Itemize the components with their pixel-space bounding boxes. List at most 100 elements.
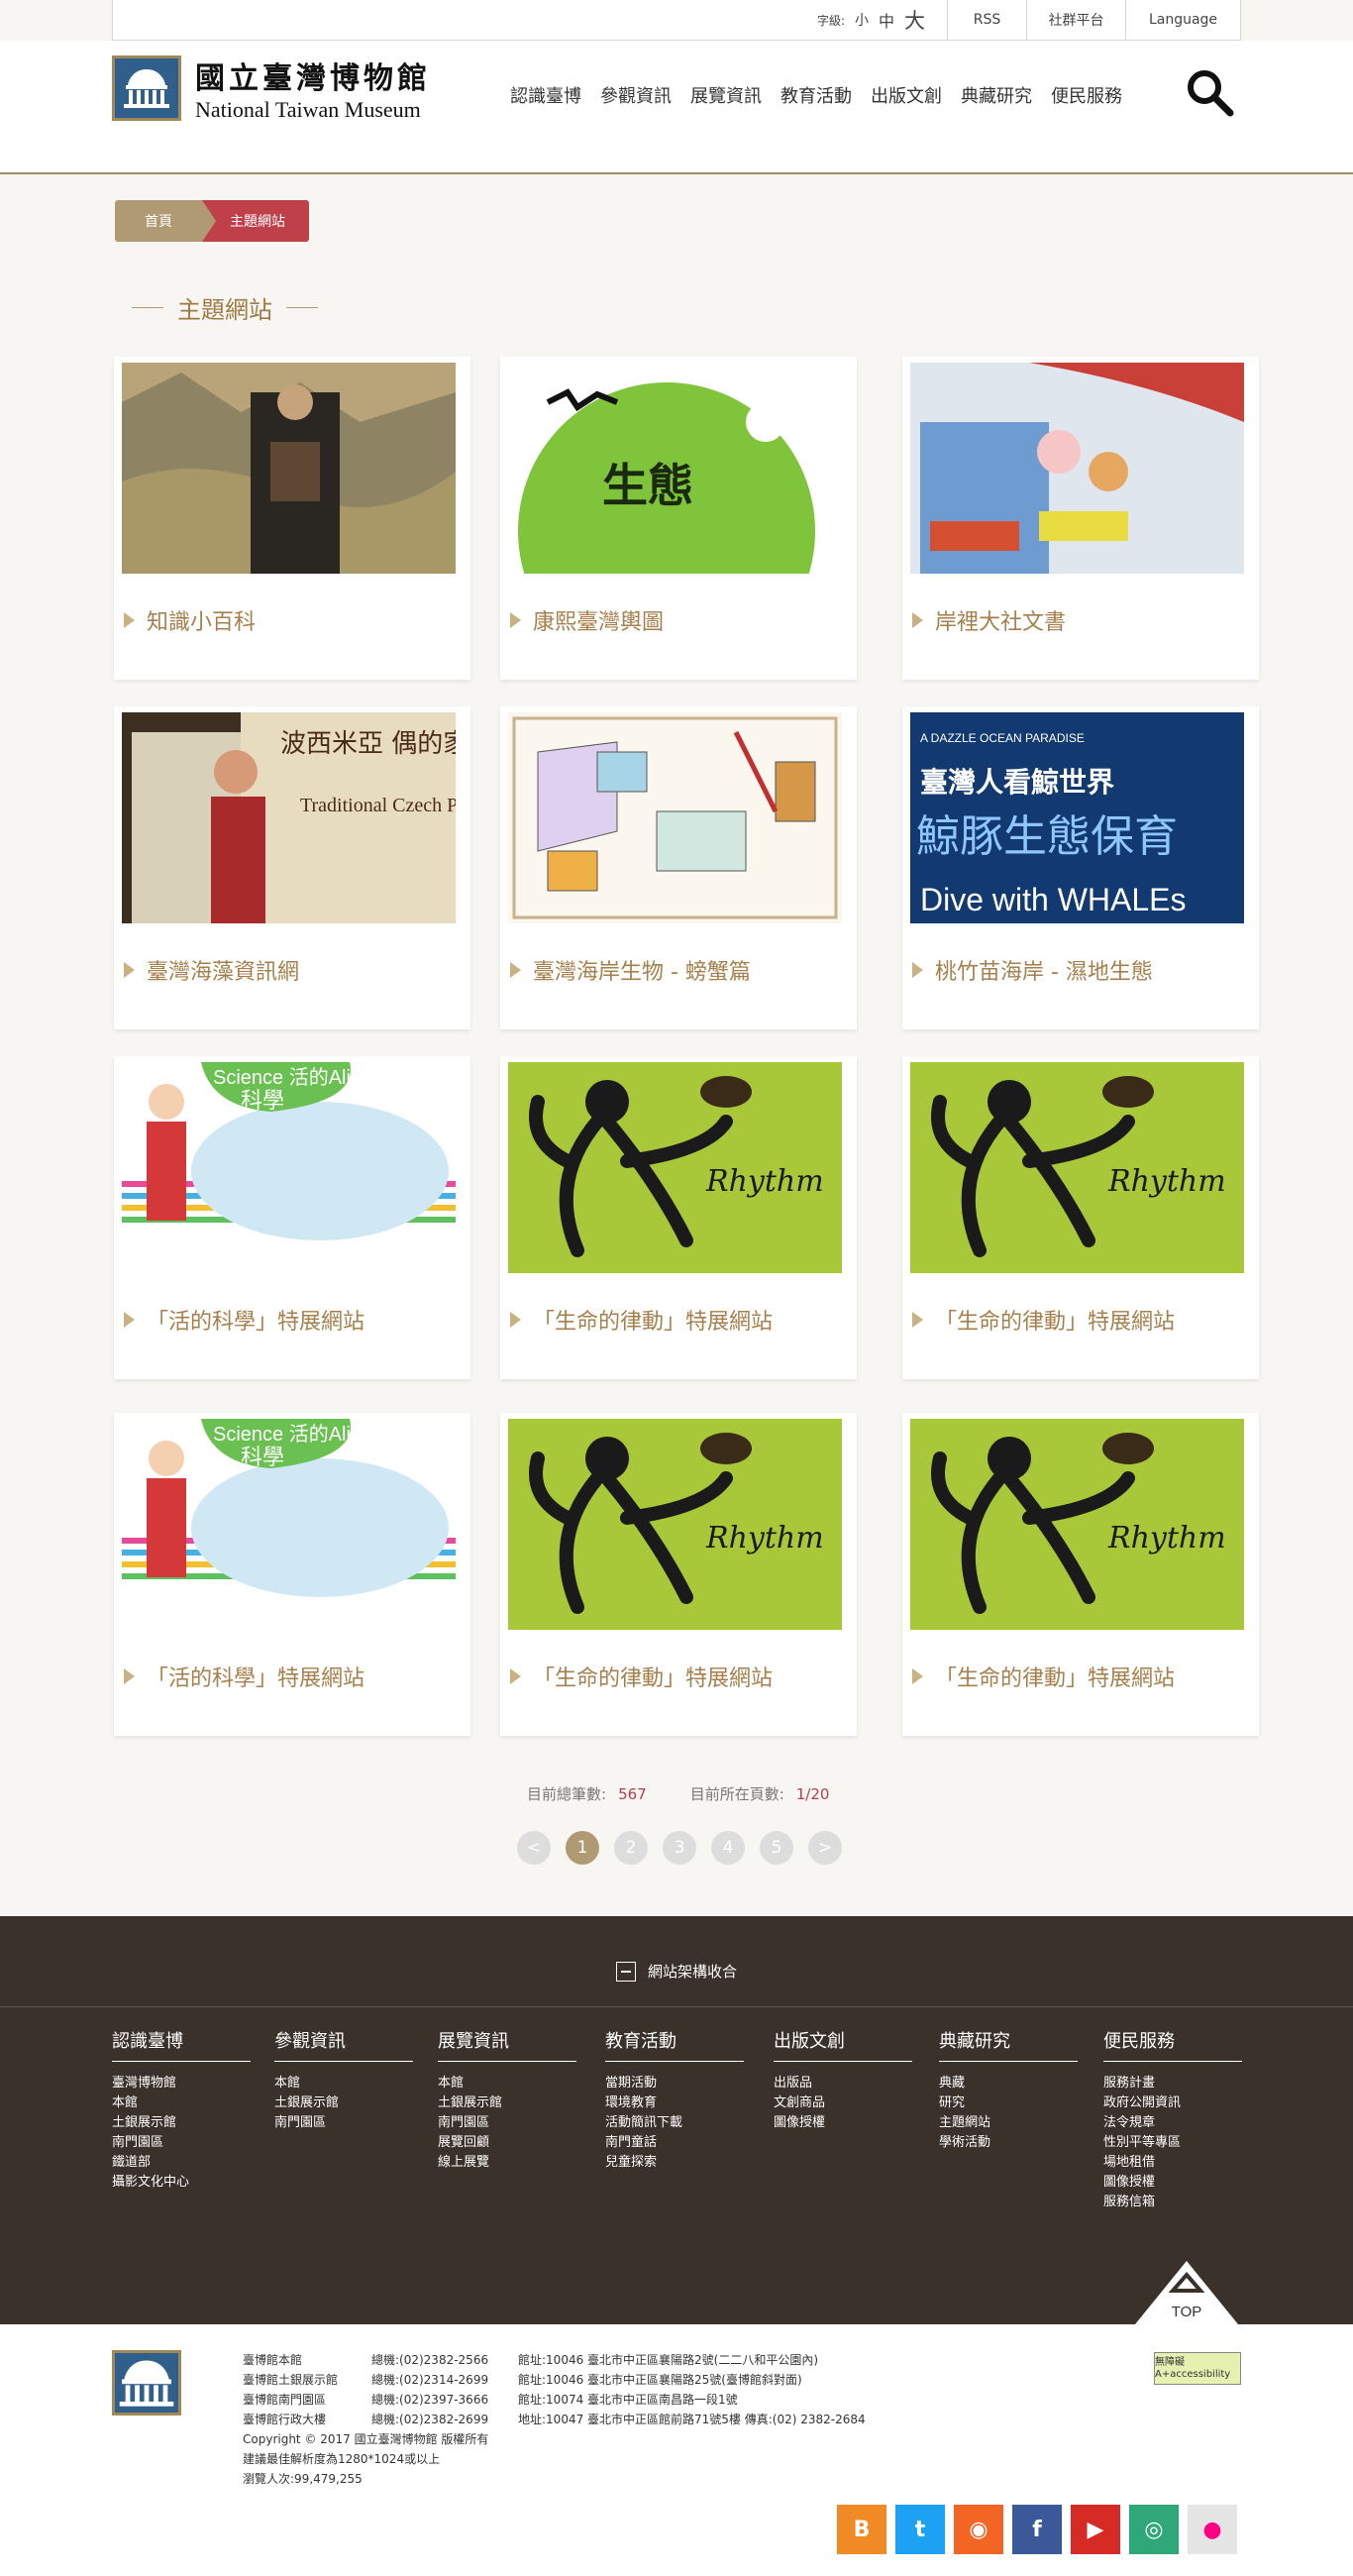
page-button[interactable]: 1 xyxy=(566,1831,599,1865)
card-caption[interactable]: 「生命的律動」特展網站 xyxy=(510,1304,773,1336)
topic-card[interactable]: Science 活的Alive 科學 「活的科學」特展網站 xyxy=(114,1056,470,1379)
footer-column-title[interactable]: 典藏研究 xyxy=(939,2027,1078,2062)
footer-link[interactable]: 土銀展示館 xyxy=(112,2113,251,2133)
page-button[interactable]: 3 xyxy=(663,1831,696,1865)
footer-column-title[interactable]: 認識臺博 xyxy=(112,2027,251,2062)
nav-item-collections[interactable]: 典藏研究 xyxy=(961,82,1032,108)
nav-item-exhibitions[interactable]: 展覽資訊 xyxy=(690,82,762,108)
flickr-icon[interactable]: ● xyxy=(1188,2505,1237,2554)
card-caption[interactable]: 「生命的律動」特展網站 xyxy=(912,1661,1175,1692)
footer-column-title[interactable]: 便民服務 xyxy=(1103,2027,1242,2062)
page-button[interactable]: 5 xyxy=(760,1831,793,1865)
topic-card[interactable]: 岸裡大社文書 xyxy=(902,357,1259,680)
footer-link[interactable]: 攝影文化中心 xyxy=(112,2173,251,2193)
topic-card[interactable]: 知識小百科 xyxy=(114,357,470,680)
footer-link[interactable]: 研究 xyxy=(939,2093,1078,2113)
footer-column-title[interactable]: 教育活動 xyxy=(605,2027,744,2062)
card-caption[interactable]: 岸裡大社文書 xyxy=(912,604,1066,636)
footer-link[interactable]: 政府公開資訊 xyxy=(1103,2093,1242,2113)
topic-card[interactable]: Rhythm 「生命的律動」特展網站 xyxy=(500,1056,857,1379)
footer-link[interactable]: 圖像授權 xyxy=(774,2113,912,2133)
footer-link[interactable]: 環境教育 xyxy=(605,2093,744,2113)
card-caption[interactable]: 「生命的律動」特展網站 xyxy=(912,1304,1175,1336)
footer-link[interactable]: 南門童話 xyxy=(605,2133,744,2153)
logo-chinese-name: 國立臺灣博物館 xyxy=(195,61,431,96)
font-large-button[interactable]: 大 xyxy=(904,5,925,35)
footer-link[interactable]: 出版品 xyxy=(774,2074,912,2093)
accessibility-badge[interactable]: 無障礙 A+accessibility xyxy=(1154,2352,1241,2385)
collapse-icon xyxy=(615,1961,636,1982)
rss-link[interactable]: RSS xyxy=(947,0,1026,40)
footer-link[interactable]: 本館 xyxy=(112,2093,251,2113)
footer-link[interactable]: 展覽回顧 xyxy=(438,2133,576,2153)
footer-link[interactable]: 鐵道部 xyxy=(112,2153,251,2173)
search-icon[interactable] xyxy=(1185,67,1234,117)
card-caption[interactable]: 臺灣海藻資訊網 xyxy=(124,954,299,986)
topic-card[interactable]: Science 活的Alive 科學 「活的科學」特展網站 xyxy=(114,1413,470,1736)
tripadvisor-icon[interactable]: ◎ xyxy=(1129,2505,1179,2554)
footer-link[interactable]: 典藏 xyxy=(939,2074,1078,2093)
next-page-button[interactable]: > xyxy=(808,1831,842,1865)
footer-link[interactable]: 南門園區 xyxy=(438,2113,576,2133)
footer-link[interactable]: 當期活動 xyxy=(605,2074,744,2093)
footer-link[interactable]: 兒童探索 xyxy=(605,2153,744,2173)
twitter-icon[interactable]: t xyxy=(895,2505,945,2554)
footer-link[interactable]: 南門園區 xyxy=(112,2133,251,2153)
footer-column-title[interactable]: 出版文創 xyxy=(774,2027,912,2062)
topic-card[interactable]: Rhythm 「生命的律動」特展網站 xyxy=(902,1056,1259,1379)
footer-link[interactable]: 法令規章 xyxy=(1103,2113,1242,2133)
card-caption[interactable]: 「活的科學」特展網站 xyxy=(124,1661,364,1692)
topic-card[interactable]: Rhythm 「生命的律動」特展網站 xyxy=(500,1413,857,1736)
sitemap-toggle[interactable]: 網站架構收合 xyxy=(0,1961,1353,1982)
footer-link[interactable]: 學術活動 xyxy=(939,2133,1078,2153)
nav-item-education[interactable]: 教育活動 xyxy=(781,82,852,108)
footer-link[interactable]: 土銀展示館 xyxy=(438,2093,576,2113)
site-logo[interactable]: 國立臺灣博物館 National Taiwan Museum xyxy=(112,54,431,123)
topic-card[interactable]: Rhythm 「生命的律動」特展網站 xyxy=(902,1413,1259,1736)
footer-link[interactable]: 線上展覽 xyxy=(438,2153,576,2173)
nav-item-publications[interactable]: 出版文創 xyxy=(871,82,942,108)
footer-link[interactable]: 南門園區 xyxy=(274,2113,413,2133)
social-platform-link[interactable]: 社群平台 xyxy=(1026,0,1125,40)
card-caption[interactable]: 知識小百科 xyxy=(124,604,256,636)
footer-column-title[interactable]: 參觀資訊 xyxy=(274,2027,413,2062)
card-caption[interactable]: 桃竹苗海岸 - 濕地生態 xyxy=(912,954,1153,986)
facebook-icon[interactable]: f xyxy=(1012,2505,1062,2554)
breadcrumb-home[interactable]: 首頁 xyxy=(115,200,216,242)
footer-link[interactable]: 本館 xyxy=(438,2074,576,2093)
youtube-icon[interactable]: ▶ xyxy=(1071,2505,1120,2554)
footer-link[interactable]: 土銀展示館 xyxy=(274,2093,413,2113)
font-small-button[interactable]: 小 xyxy=(855,10,869,30)
footer-link[interactable]: 場地租借 xyxy=(1103,2153,1242,2173)
back-to-top-button[interactable]: TOP xyxy=(1135,2261,1238,2324)
footer-link[interactable]: 服務計畫 xyxy=(1103,2074,1242,2093)
page-button[interactable]: 4 xyxy=(711,1831,745,1865)
topic-card[interactable]: A DAZZLE OCEAN PARADISE 臺灣人看鯨世界 鯨豚生態保育 Dive… xyxy=(902,706,1259,1029)
footer-column-title[interactable]: 展覽資訊 xyxy=(438,2027,576,2062)
card-caption[interactable]: 臺灣海岸生物 - 螃蟹篇 xyxy=(510,954,751,986)
topic-card[interactable]: 臺灣海岸生物 - 螃蟹篇 xyxy=(500,706,857,1029)
footer-link[interactable]: 圖像授權 xyxy=(1103,2173,1242,2193)
footer-link[interactable]: 主題網站 xyxy=(939,2113,1078,2133)
nav-item-services[interactable]: 便民服務 xyxy=(1051,82,1122,108)
page-button[interactable]: 2 xyxy=(614,1831,648,1865)
rss-icon[interactable]: ◉ xyxy=(954,2505,1003,2554)
language-link[interactable]: Language xyxy=(1125,0,1240,40)
card-caption[interactable]: 「活的科學」特展網站 xyxy=(124,1304,364,1336)
footer-link[interactable]: 臺灣博物館 xyxy=(112,2074,251,2093)
footer-link[interactable]: 本館 xyxy=(274,2074,413,2093)
topic-card[interactable]: 波西米亞 偶的家 Traditional Czech Puppets 臺灣海藻資訊… xyxy=(114,706,470,1029)
card-caption[interactable]: 康熙臺灣輿圖 xyxy=(510,604,664,636)
section-title: 主題網站 xyxy=(132,290,318,325)
card-caption[interactable]: 「生命的律動」特展網站 xyxy=(510,1661,773,1692)
font-medium-button[interactable]: 中 xyxy=(879,8,894,32)
topic-card[interactable]: 生態 康熙臺灣輿圖 xyxy=(500,357,857,680)
footer-link[interactable]: 活動簡訊下載 xyxy=(605,2113,744,2133)
blogger-icon[interactable]: B xyxy=(837,2505,886,2554)
footer-link[interactable]: 文創商品 xyxy=(774,2093,912,2113)
prev-page-button[interactable]: < xyxy=(517,1831,551,1865)
nav-item-about[interactable]: 認識臺博 xyxy=(510,82,581,108)
footer-link[interactable]: 性別平等專區 xyxy=(1103,2133,1242,2153)
footer-link[interactable]: 服務信箱 xyxy=(1103,2193,1242,2212)
nav-item-visit[interactable]: 參觀資訊 xyxy=(600,82,672,108)
